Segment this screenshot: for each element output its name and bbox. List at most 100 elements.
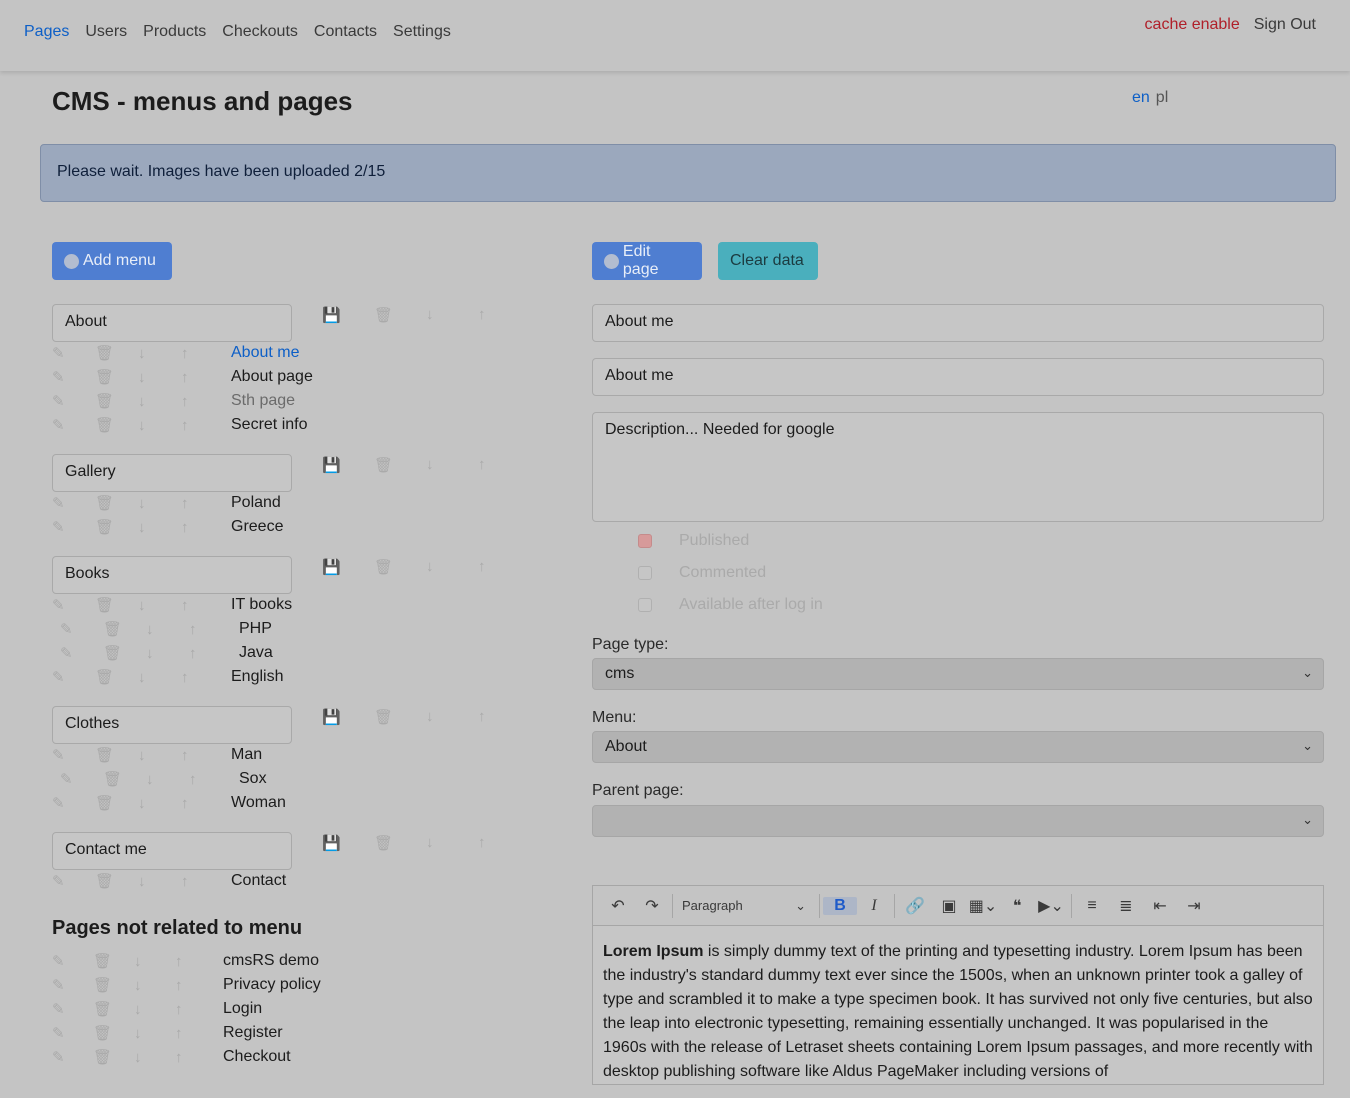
edit-icon[interactable]: ✎ — [60, 644, 103, 662]
nav-item-products[interactable]: Products — [143, 23, 206, 41]
trash-icon[interactable]: 🗑 — [374, 456, 426, 474]
arrow-down-icon[interactable]: ↓ — [146, 771, 189, 788]
italic-icon[interactable]: I — [857, 897, 891, 915]
arrow-down-icon[interactable]: ↓ — [138, 345, 181, 362]
trash-icon[interactable]: 🗑 — [95, 494, 138, 512]
undo-icon[interactable]: ↶ — [601, 896, 635, 916]
arrow-up-icon[interactable]: ↑ — [478, 708, 530, 726]
page-link[interactable]: Privacy policy — [223, 976, 321, 994]
cache-enable-link[interactable]: cache enable — [1145, 16, 1240, 34]
menu-name-input[interactable]: Books — [52, 556, 292, 594]
arrow-down-icon[interactable]: ↓ — [138, 393, 181, 410]
table-icon[interactable]: ▦⌄ — [966, 896, 1000, 916]
insert-image-icon[interactable]: ▣ — [932, 896, 966, 916]
save-icon[interactable]: 💾 — [322, 834, 374, 852]
edit-icon[interactable]: ✎ — [52, 976, 93, 994]
sign-out-link[interactable]: Sign Out — [1254, 16, 1316, 34]
add-menu-button[interactable]: Add menu — [52, 242, 172, 280]
edit-icon[interactable]: ✎ — [52, 1024, 93, 1042]
arrow-down-icon[interactable]: ↓ — [134, 1049, 175, 1066]
numbered-list-icon[interactable]: ≣ — [1109, 896, 1143, 916]
edit-icon[interactable]: ✎ — [52, 1048, 93, 1066]
arrow-up-icon[interactable]: ↑ — [189, 621, 232, 638]
indent-icon[interactable]: ⇥ — [1177, 896, 1211, 916]
arrow-up-icon[interactable]: ↑ — [181, 393, 224, 410]
trash-icon[interactable]: 🗑 — [95, 794, 138, 812]
trash-icon[interactable]: 🗑 — [374, 558, 426, 576]
trash-icon[interactable]: 🗑 — [95, 518, 138, 536]
edit-icon[interactable]: ✎ — [52, 1000, 93, 1018]
save-icon[interactable]: 💾 — [322, 456, 374, 474]
edit-icon[interactable]: ✎ — [52, 344, 95, 362]
arrow-down-icon[interactable]: ↓ — [134, 1001, 175, 1018]
arrow-up-icon[interactable]: ↑ — [181, 597, 224, 614]
arrow-up-icon[interactable]: ↑ — [181, 345, 224, 362]
page-link[interactable]: PHP — [239, 620, 272, 638]
commented-checkbox[interactable]: Commented — [638, 564, 766, 582]
trash-icon[interactable]: 🗑 — [93, 952, 134, 970]
menu-name-input[interactable]: Gallery — [52, 454, 292, 492]
page-link[interactable]: Woman — [231, 794, 286, 812]
edit-page-button[interactable]: Edit page — [592, 242, 702, 280]
arrow-down-icon[interactable]: ↓ — [138, 495, 181, 512]
trash-icon[interactable]: 🗑 — [374, 834, 426, 852]
menu-name-input[interactable]: Clothes — [52, 706, 292, 744]
page-link[interactable]: Man — [231, 746, 262, 764]
arrow-down-icon[interactable]: ↓ — [138, 873, 181, 890]
trash-icon[interactable]: 🗑 — [95, 872, 138, 890]
trash-icon[interactable]: 🗑 — [93, 1024, 134, 1042]
trash-icon[interactable]: 🗑 — [103, 770, 146, 788]
arrow-up-icon[interactable]: ↑ — [189, 645, 232, 662]
page-link[interactable]: Greece — [231, 518, 283, 536]
arrow-down-icon[interactable]: ↓ — [426, 456, 478, 474]
trash-icon[interactable]: 🗑 — [103, 644, 146, 662]
trash-icon[interactable]: 🗑 — [95, 746, 138, 764]
page-link[interactable]: Checkout — [223, 1048, 291, 1066]
page-short-title-input[interactable]: About me — [592, 358, 1324, 396]
trash-icon[interactable]: 🗑 — [95, 368, 138, 386]
arrow-up-icon[interactable]: ↑ — [181, 417, 224, 434]
arrow-down-icon[interactable]: ↓ — [426, 306, 478, 324]
bold-icon[interactable]: B — [823, 896, 857, 915]
page-link[interactable]: About page — [231, 368, 313, 386]
edit-icon[interactable]: ✎ — [60, 770, 103, 788]
trash-icon[interactable]: 🗑 — [95, 392, 138, 410]
arrow-up-icon[interactable]: ↑ — [478, 306, 530, 324]
edit-icon[interactable]: ✎ — [52, 416, 95, 434]
edit-icon[interactable]: ✎ — [52, 494, 95, 512]
page-link[interactable]: cmsRS demo — [223, 952, 319, 970]
page-link[interactable]: Sox — [239, 770, 267, 788]
menu-name-input[interactable]: About — [52, 304, 292, 342]
trash-icon[interactable]: 🗑 — [374, 306, 426, 324]
edit-icon[interactable]: ✎ — [52, 392, 95, 410]
trash-icon[interactable]: 🗑 — [95, 596, 138, 614]
page-link[interactable]: English — [231, 668, 283, 686]
arrow-down-icon[interactable]: ↓ — [134, 953, 175, 970]
parent-page-select[interactable]: ⌄ — [592, 805, 1324, 837]
page-title-input[interactable]: About me — [592, 304, 1324, 342]
clear-data-button[interactable]: Clear data — [718, 242, 818, 280]
paragraph-format-dropdown[interactable]: Paragraph ⌄ — [676, 898, 816, 914]
lang-en-link[interactable]: en — [1132, 89, 1150, 107]
nav-item-checkouts[interactable]: Checkouts — [222, 23, 298, 41]
page-type-select[interactable]: cms ⌄ — [592, 658, 1324, 690]
edit-icon[interactable]: ✎ — [60, 620, 103, 638]
edit-icon[interactable]: ✎ — [52, 668, 95, 686]
arrow-up-icon[interactable]: ↑ — [181, 873, 224, 890]
arrow-down-icon[interactable]: ↓ — [138, 417, 181, 434]
arrow-up-icon[interactable]: ↑ — [175, 1025, 216, 1042]
page-link[interactable]: About me — [231, 344, 299, 362]
arrow-down-icon[interactable]: ↓ — [134, 1025, 175, 1042]
arrow-down-icon[interactable]: ↓ — [426, 834, 478, 852]
edit-icon[interactable]: ✎ — [52, 368, 95, 386]
arrow-up-icon[interactable]: ↑ — [181, 795, 224, 812]
arrow-up-icon[interactable]: ↑ — [181, 369, 224, 386]
arrow-down-icon[interactable]: ↓ — [146, 621, 189, 638]
arrow-up-icon[interactable]: ↑ — [181, 519, 224, 536]
arrow-down-icon[interactable]: ↓ — [138, 369, 181, 386]
arrow-up-icon[interactable]: ↑ — [175, 1049, 216, 1066]
edit-icon[interactable]: ✎ — [52, 746, 95, 764]
arrow-down-icon[interactable]: ↓ — [138, 597, 181, 614]
save-icon[interactable]: 💾 — [322, 558, 374, 576]
arrow-down-icon[interactable]: ↓ — [138, 795, 181, 812]
